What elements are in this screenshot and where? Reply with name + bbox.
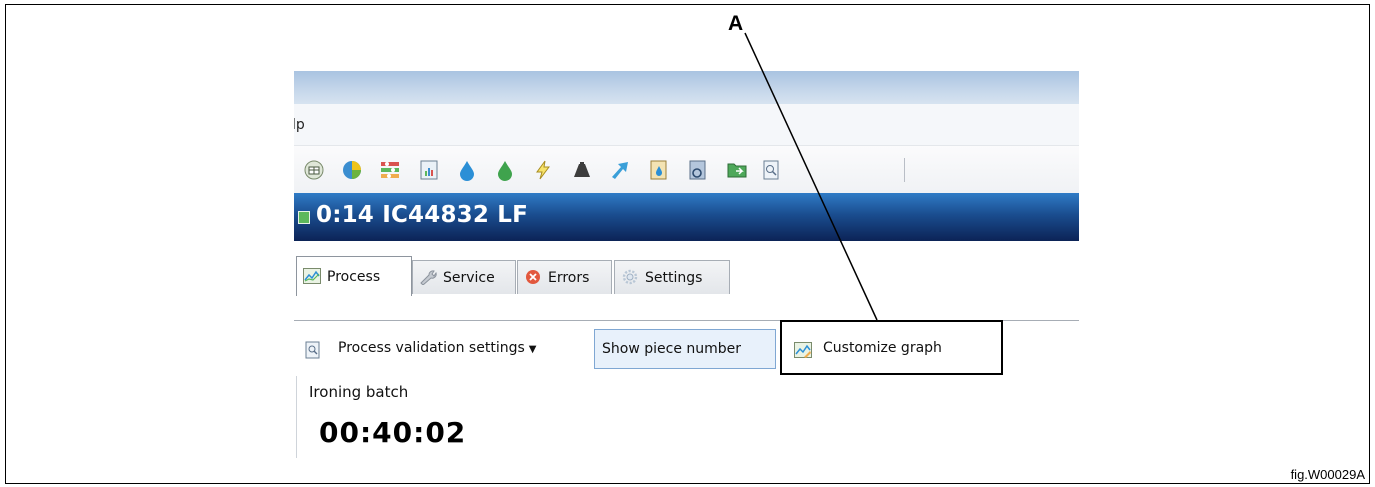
tab-bar: Process Service Errors Settings <box>294 241 1079 321</box>
water-drop-blue-icon[interactable] <box>456 159 478 181</box>
weight-icon[interactable] <box>571 159 593 181</box>
callout-highlight-box <box>780 320 1003 375</box>
machine-header: 0:14 IC44832 LF <box>294 193 1079 241</box>
content-divider <box>296 376 297 458</box>
tab-errors[interactable]: Errors <box>517 260 612 294</box>
callout-letter: A <box>728 12 744 35</box>
figure-label: fig.W00029A <box>1290 467 1365 482</box>
tab-label: Process <box>327 269 381 285</box>
menu-bar: lp <box>294 104 1079 146</box>
machine-title: 0:14 IC44832 LF <box>316 202 529 228</box>
show-piece-number-label: Show piece number <box>602 341 742 357</box>
show-piece-number-button[interactable]: Show piece number <box>594 329 776 369</box>
machine-icon <box>298 211 310 224</box>
water-drop-green-icon[interactable] <box>494 159 516 181</box>
tab-label: Settings <box>645 270 703 286</box>
arrow-icon[interactable] <box>609 159 631 181</box>
wrench-icon <box>420 270 437 285</box>
tab-service[interactable]: Service <box>412 260 516 294</box>
pie-chart-icon[interactable] <box>341 159 363 181</box>
toolbar <box>294 146 1079 193</box>
report-icon[interactable] <box>760 159 782 181</box>
batch-timer: 00:40:02 <box>319 416 467 449</box>
tab-label: Service <box>443 270 495 286</box>
error-icon <box>526 270 540 284</box>
ironing-batch-label: Ironing batch <box>309 383 409 401</box>
process-validation-label: Process validation settings <box>338 340 525 356</box>
grid-icon[interactable] <box>303 159 325 181</box>
document-drop-icon[interactable] <box>648 159 670 181</box>
process-validation-settings-button[interactable]: Process validation settings ▼ <box>294 329 586 369</box>
tab-settings[interactable]: Settings <box>614 260 730 294</box>
menu-item-help[interactable]: lp <box>294 117 305 133</box>
tab-process[interactable]: Process <box>296 256 412 296</box>
chevron-down-icon: ▼ <box>528 344 537 355</box>
chart-icon <box>303 268 321 284</box>
document-refresh-icon[interactable] <box>687 159 709 181</box>
report-icon <box>305 341 320 359</box>
calculator-icon[interactable] <box>418 159 440 181</box>
folder-icon[interactable] <box>726 159 748 181</box>
tab-label: Errors <box>548 270 590 286</box>
bar-chart-icon[interactable] <box>379 159 401 181</box>
toolbar-separator <box>904 158 905 182</box>
lightning-icon[interactable] <box>532 159 554 181</box>
gear-icon <box>622 269 638 285</box>
window-titlebar <box>294 71 1079 104</box>
app-screenshot: lp 0:14 IC44832 LF Process Service Er <box>294 71 1079 458</box>
